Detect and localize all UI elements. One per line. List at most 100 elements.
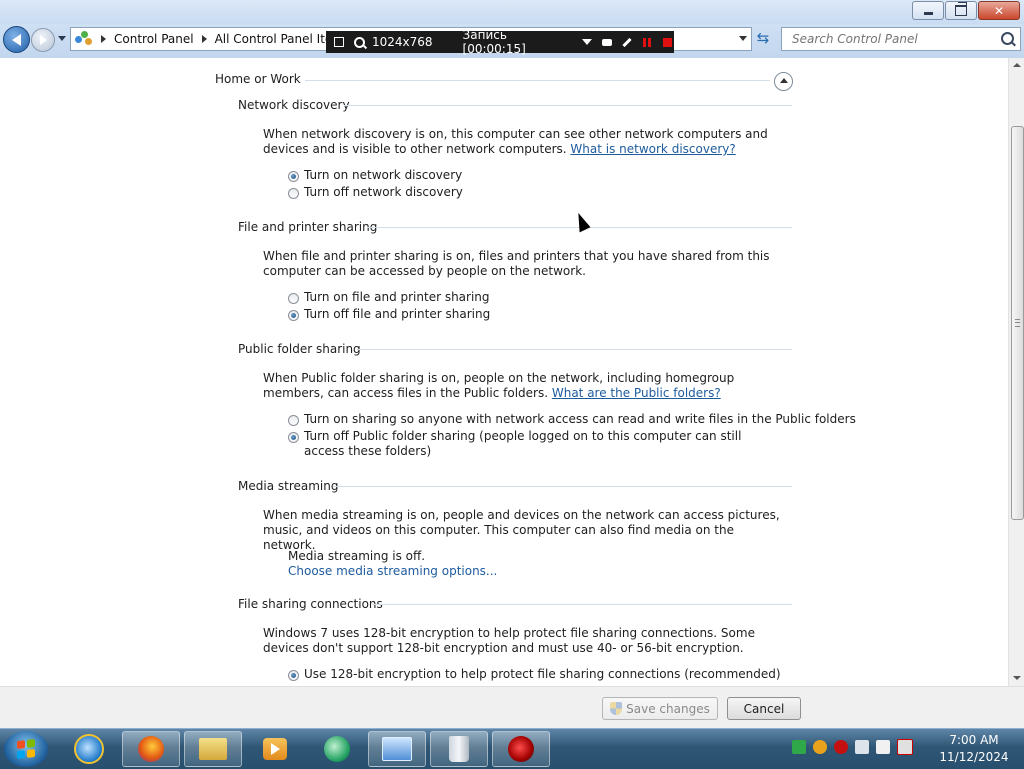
action-center-flag-icon[interactable]: [876, 740, 890, 754]
turn-on-public-sharing-label[interactable]: Turn on sharing so anyone with network a…: [304, 412, 856, 426]
taskbar: 7:00 AM 11/12/2024: [0, 728, 1024, 769]
turn-off-network-discovery-label[interactable]: Turn off network discovery: [304, 185, 463, 199]
forward-button[interactable]: [31, 28, 55, 52]
chevron-up-icon: [779, 78, 788, 83]
recorder-menu-button[interactable]: [580, 34, 594, 50]
use-128bit-encryption-label[interactable]: Use 128-bit encryption to help protect f…: [304, 667, 781, 681]
collapse-profile-button[interactable]: [774, 72, 793, 91]
recorder-status: Запись [00:00:15]: [462, 28, 526, 56]
turn-on-file-printer-sharing-label[interactable]: Turn on file and printer sharing: [304, 290, 490, 304]
network-discovery-help-link[interactable]: What is network discovery?: [570, 142, 735, 156]
back-arrow-icon: [12, 33, 21, 46]
refresh-button[interactable]: ⇆: [752, 27, 774, 49]
turn-off-file-printer-sharing-label[interactable]: Turn off file and printer sharing: [304, 307, 490, 321]
taskbar-control-panel[interactable]: [368, 731, 426, 767]
refresh-icon: ⇆: [756, 29, 770, 47]
volume-muted-icon[interactable]: [897, 739, 913, 755]
system-tray: [792, 739, 913, 755]
search-icon[interactable]: [1001, 32, 1014, 45]
turn-on-public-sharing-radio[interactable]: [288, 415, 299, 426]
search-box[interactable]: [781, 27, 1021, 51]
section-divider: [333, 486, 792, 487]
turn-off-network-discovery-radio[interactable]: [288, 188, 299, 199]
sharing-settings-panel: Home or Work Network discovery When netw…: [0, 58, 1008, 686]
network-discovery-heading: Network discovery: [238, 98, 350, 112]
search-input[interactable]: [790, 31, 994, 47]
screen-recorder-toolbar: 1024x768 Запись [00:00:15]: [326, 28, 674, 56]
public-folder-sharing-heading: Public folder sharing: [238, 342, 361, 356]
stop-button[interactable]: [660, 34, 674, 50]
forward-arrow-icon: [39, 35, 47, 45]
use-128bit-encryption-radio[interactable]: [288, 670, 299, 681]
dropdown-icon: [582, 39, 593, 45]
turn-off-file-printer-sharing-radio[interactable]: [288, 310, 299, 321]
draw-button[interactable]: [620, 34, 634, 50]
taskbar-globe-app[interactable]: [308, 731, 366, 767]
back-button[interactable]: [3, 26, 30, 53]
screenshot-button[interactable]: [600, 34, 614, 50]
zoom-button[interactable]: [352, 34, 366, 50]
section-divider: [344, 105, 792, 106]
uac-shield-icon: [610, 702, 623, 715]
breadcrumb-separator-icon[interactable]: [101, 35, 106, 43]
turn-on-network-discovery-label[interactable]: Turn on network discovery: [304, 168, 462, 182]
pause-button[interactable]: [640, 34, 654, 50]
network-discovery-description: When network discovery is on, this compu…: [263, 127, 783, 157]
file-printer-sharing-description: When file and printer sharing is on, fil…: [263, 249, 770, 278]
record-tray-icon[interactable]: [834, 740, 848, 754]
clock-time: 7:00 AM: [949, 733, 999, 747]
profile-divider: [305, 80, 770, 81]
scroll-up-icon[interactable]: [1013, 63, 1021, 67]
recorder-app-icon: [508, 736, 534, 762]
media-streaming-options-link[interactable]: Choose media streaming options...: [288, 564, 497, 578]
breadcrumb-separator-icon[interactable]: [201, 35, 207, 43]
media-player-icon: [263, 738, 287, 760]
firefox-icon: [138, 736, 164, 762]
profile-title[interactable]: Home or Work: [215, 72, 301, 86]
turn-off-public-sharing-label[interactable]: Turn off Public folder sharing (people l…: [304, 429, 774, 459]
clock-date: 11/12/2024: [939, 750, 1009, 764]
recent-pages-chevron-icon[interactable]: [58, 36, 66, 41]
taskbar-firefox[interactable]: [122, 731, 180, 767]
turn-on-file-printer-sharing-radio[interactable]: [288, 293, 299, 304]
recycle-bin-icon: [449, 736, 469, 762]
taskbar-internet-explorer[interactable]: [60, 731, 118, 767]
windows-logo-icon: [17, 739, 35, 759]
folder-icon: [199, 738, 227, 760]
utorrent-icon[interactable]: [792, 740, 806, 754]
taskbar-media-player[interactable]: [246, 731, 304, 767]
taskbar-windows-explorer[interactable]: [184, 731, 242, 767]
pause-icon: [643, 37, 652, 47]
vertical-scrollbar[interactable]: [1008, 58, 1024, 686]
control-panel-icon: [75, 31, 93, 47]
breadcrumb-control-panel[interactable]: Control Panel: [114, 32, 194, 46]
search-tray-icon[interactable]: [813, 740, 827, 754]
magnifier-icon: [353, 36, 365, 48]
dialog-button-bar: Save changes Cancel: [0, 686, 1024, 729]
network-icon[interactable]: [855, 740, 869, 754]
taskbar-recycle-bin[interactable]: [430, 731, 488, 767]
mouse-pointer-icon: [572, 210, 591, 233]
public-folder-sharing-description: When Public folder sharing is on, people…: [263, 371, 783, 401]
close-button[interactable]: ✕: [978, 1, 1020, 20]
turn-off-public-sharing-radio[interactable]: [288, 432, 299, 443]
public-folders-help-link[interactable]: What are the Public folders?: [552, 386, 721, 400]
system-clock[interactable]: 7:00 AM 11/12/2024: [938, 732, 1010, 766]
scroll-down-icon[interactable]: [1013, 676, 1021, 680]
save-changes-button[interactable]: Save changes: [602, 697, 718, 720]
turn-on-network-discovery-radio[interactable]: [288, 171, 299, 182]
taskbar-recorder[interactable]: [492, 731, 550, 767]
maximize-button[interactable]: [945, 1, 977, 20]
window-controls: ✕: [912, 1, 1020, 20]
internet-explorer-icon: [74, 734, 104, 764]
section-divider: [372, 604, 792, 605]
cancel-label: Cancel: [743, 701, 785, 716]
address-dropdown-icon[interactable]: [739, 36, 747, 41]
recorder-resolution: 1024x768: [372, 35, 433, 49]
cancel-button[interactable]: Cancel: [727, 697, 801, 720]
minimize-button[interactable]: [912, 1, 944, 20]
region-select-button[interactable]: [332, 34, 346, 50]
media-streaming-description: When media streaming is on, people and d…: [263, 508, 780, 552]
scrollbar-thumb[interactable]: [1011, 126, 1024, 520]
start-button[interactable]: [4, 731, 48, 767]
